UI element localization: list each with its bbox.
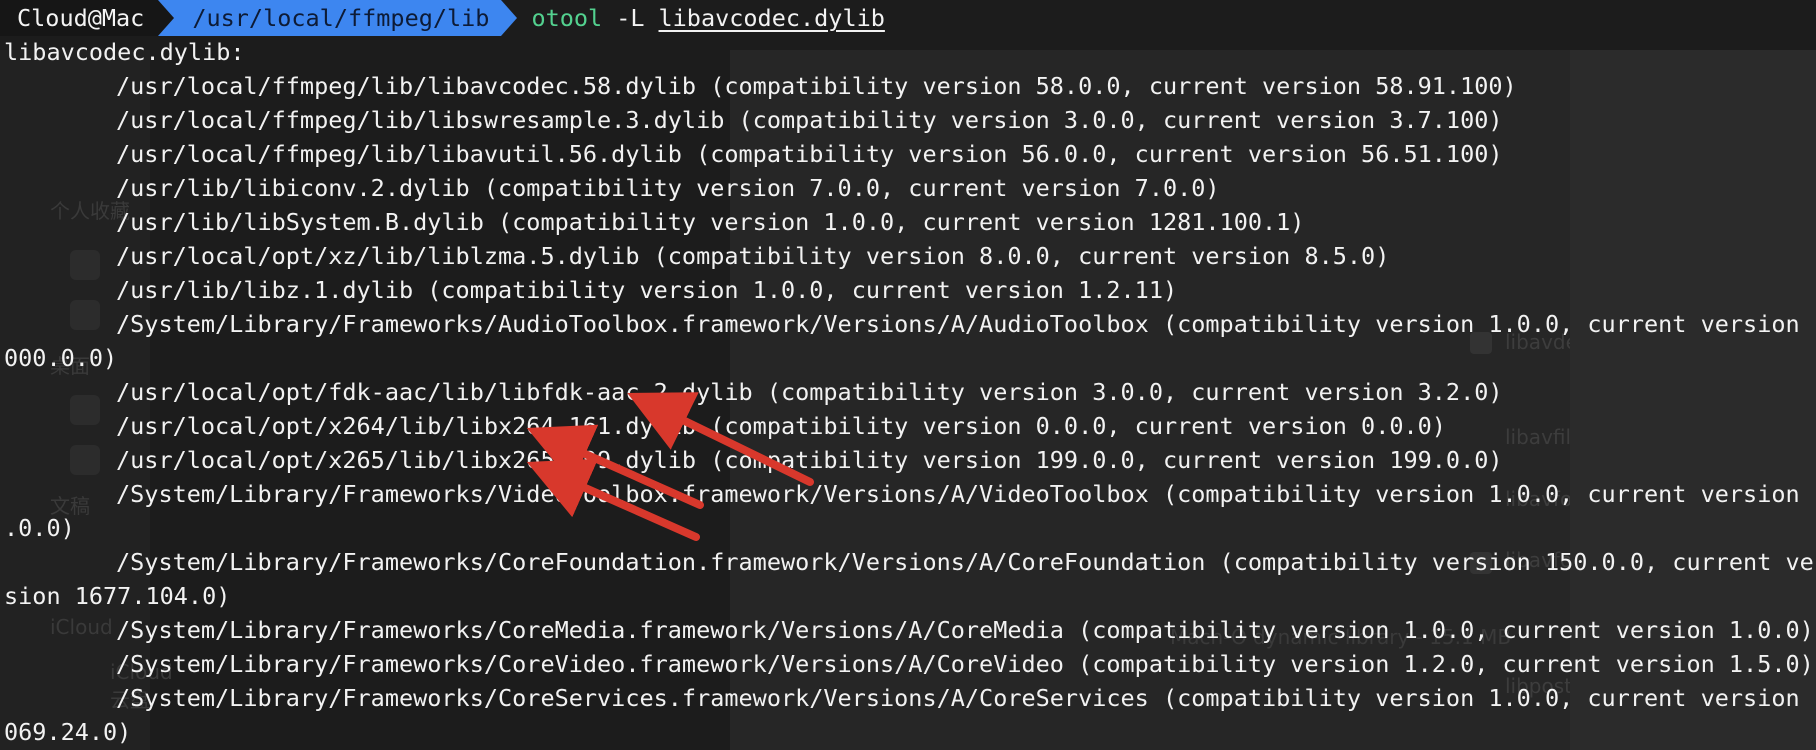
command-flag: -L [616, 4, 645, 32]
output-line: /System/Library/Frameworks/CoreVideo.fra… [116, 650, 1814, 678]
output-line: /usr/local/ffmpeg/lib/libswresample.3.dy… [116, 106, 1503, 134]
prompt-cwd: /usr/local/ffmpeg/lib [174, 0, 502, 36]
output-line: 069.24.0) [4, 718, 132, 746]
prompt-host: Cloud@Mac [0, 0, 159, 36]
output-line: /usr/local/opt/x264/lib/libx264.161.dyli… [116, 412, 1446, 440]
output-line: /usr/lib/libSystem.B.dylib (compatibilit… [116, 208, 1305, 236]
command-name: otool [531, 4, 603, 32]
output-line: /usr/local/ffmpeg/lib/libavutil.56.dylib… [116, 140, 1503, 168]
output-line: /System/Library/Frameworks/VideoToolbox.… [116, 480, 1816, 508]
terminal-window[interactable]: Cloud@Mac /usr/local/ffmpeg/lib otool -L… [0, 0, 1816, 748]
output-line: /usr/local/ffmpeg/lib/libavcodec.58.dyli… [116, 72, 1517, 100]
output-line: /usr/local/opt/fdk-aac/lib/libfdk-aac.2.… [116, 378, 1503, 406]
prompt-separator-icon [501, 0, 518, 36]
output-header: libavcodec.dylib: [4, 38, 245, 66]
prompt-separator-icon [158, 0, 175, 36]
shell-prompt: Cloud@Mac /usr/local/ffmpeg/lib otool -L… [0, 0, 885, 36]
output-line: /usr/lib/libz.1.dylib (compatibility ver… [116, 276, 1178, 304]
command-argument[interactable]: libavcodec.dylib [659, 1, 885, 35]
output-line: /System/Library/Frameworks/CoreMedia.fra… [116, 616, 1814, 644]
output-line: sion 1677.104.0) [4, 582, 231, 610]
output-line: 000.0.0) [4, 344, 118, 372]
output-line: /usr/local/opt/x265/lib/libx265.199.dyli… [116, 446, 1503, 474]
output-line: /usr/lib/libiconv.2.dylib (compatibility… [116, 174, 1220, 202]
output-line: /System/Library/Frameworks/AudioToolbox.… [116, 310, 1816, 338]
output-line: /System/Library/Frameworks/CoreServices.… [116, 684, 1816, 712]
output-line: /System/Library/Frameworks/CoreFoundatio… [116, 548, 1816, 576]
output-line: .0.0) [4, 514, 75, 542]
output-line: /usr/local/opt/xz/lib/liblzma.5.dylib (c… [116, 242, 1390, 270]
